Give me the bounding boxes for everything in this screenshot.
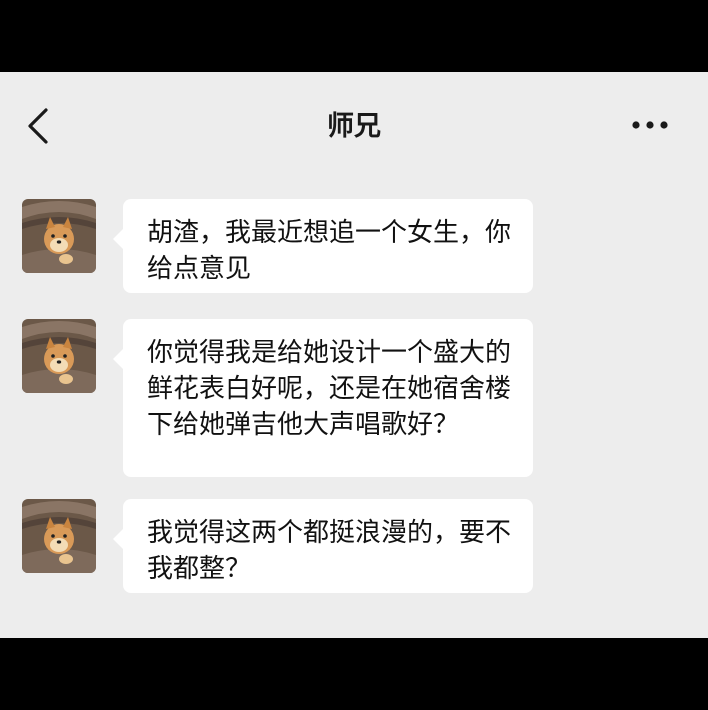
more-options-button[interactable] bbox=[628, 108, 672, 142]
more-horizontal-icon bbox=[632, 121, 668, 129]
chat-header: 师兄 bbox=[0, 72, 708, 172]
avatar[interactable] bbox=[22, 319, 96, 393]
chat-screen: 师兄 胡渣，我最近想追一个女生，你给点意见 你觉得我是给她设计一个盛大的鲜花表白… bbox=[0, 72, 708, 638]
avatar[interactable] bbox=[22, 499, 96, 573]
shiba-dog-avatar-icon bbox=[22, 319, 96, 393]
avatar[interactable] bbox=[22, 199, 96, 273]
message-bubble[interactable]: 你觉得我是给她设计一个盛大的鲜花表白好呢，还是在她宿舍楼下给她弹吉他大声唱歌好？ bbox=[113, 319, 533, 477]
shiba-dog-avatar-icon bbox=[22, 199, 96, 273]
shiba-dog-avatar-icon bbox=[22, 499, 96, 573]
message-bubble[interactable]: 我觉得这两个都挺浪漫的，要不我都整？ bbox=[113, 499, 533, 593]
message-bubble[interactable]: 胡渣，我最近想追一个女生，你给点意见 bbox=[113, 199, 533, 293]
chat-title: 师兄 bbox=[327, 111, 381, 142]
